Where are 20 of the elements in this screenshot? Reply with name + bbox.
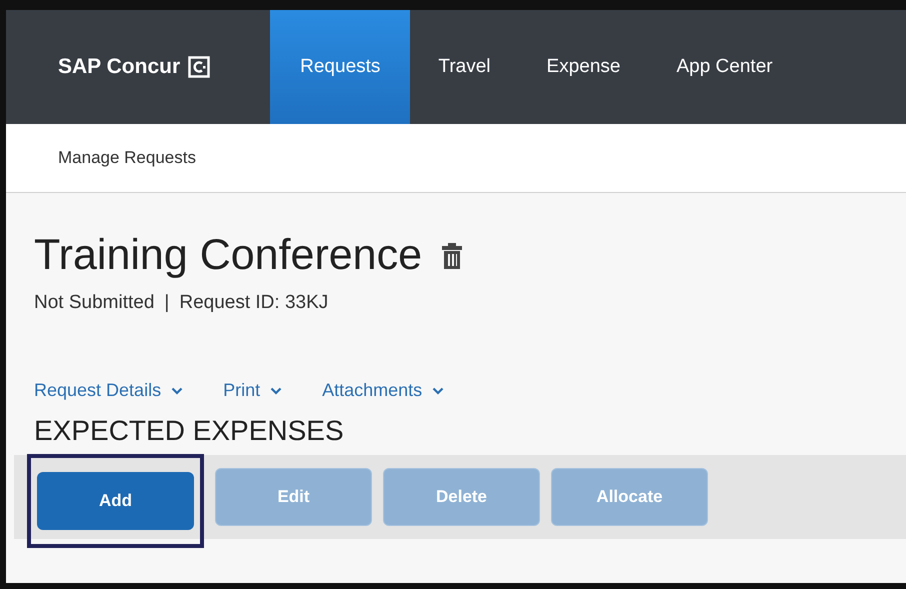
nav-tab[interactable]: Expense	[518, 10, 648, 124]
logo-text: SAP Concur	[58, 55, 180, 79]
action-button[interactable]: Add	[37, 472, 194, 530]
nav-tab[interactable]: Travel	[410, 10, 519, 124]
separator: |	[164, 292, 170, 314]
menu-link[interactable]: Request Details	[34, 380, 162, 401]
menu-link[interactable]: Attachments	[322, 380, 422, 401]
chevron-down-icon[interactable]	[270, 386, 282, 394]
request-title: Training Conference	[34, 231, 422, 280]
manage-requests-link[interactable]: Manage Requests	[58, 148, 196, 168]
chevron-down-icon[interactable]	[171, 386, 184, 394]
trash-icon[interactable]	[442, 242, 462, 268]
logo-icon	[188, 56, 210, 78]
request-id: Request ID: 33KJ	[179, 292, 328, 314]
menu-link[interactable]: Print	[223, 380, 260, 401]
chevron-down-icon[interactable]	[432, 386, 444, 394]
section-heading: EXPECTED EXPENSES	[34, 415, 345, 447]
nav-tab[interactable]: App Center	[648, 10, 801, 124]
nav-tab[interactable]: Requests	[270, 10, 410, 124]
status-text: Not Submitted	[34, 292, 154, 314]
